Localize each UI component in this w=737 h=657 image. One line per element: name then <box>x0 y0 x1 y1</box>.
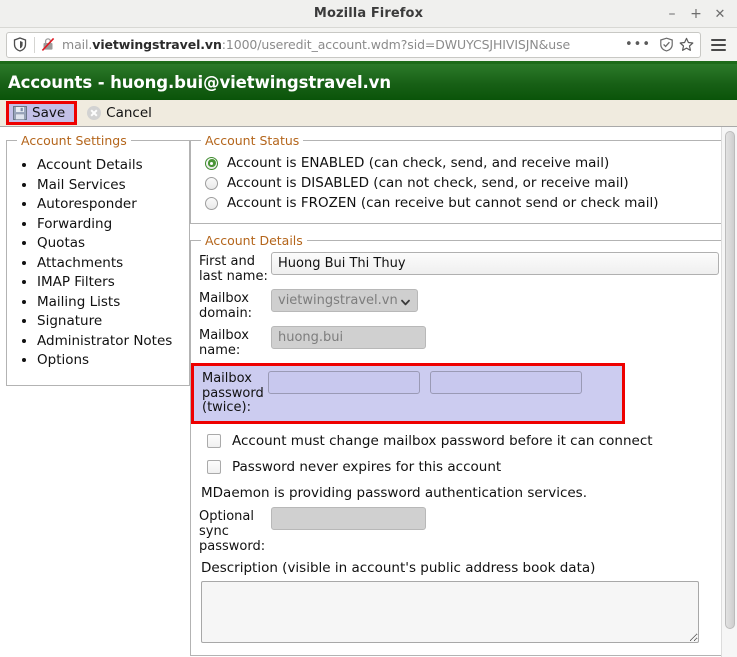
close-icon[interactable]: ✕ <box>709 3 731 25</box>
browser-navbar: mail.vietwingstravel.vn:1000/useredit_ac… <box>0 28 737 64</box>
first-last-name-label: First and last name: <box>199 254 268 284</box>
account-status-legend: Account Status <box>205 133 300 148</box>
optional-sync-password-row: Optional sync password: <box>199 506 720 554</box>
radio-frozen-icon[interactable] <box>205 196 218 210</box>
cancel-button[interactable]: Cancel <box>83 102 159 124</box>
browser-titlebar: Mozilla Firefox – + ✕ <box>0 0 737 28</box>
main-panel: Account Status Account is ENABLED (can c… <box>190 127 737 657</box>
mailbox-name-input[interactable] <box>271 326 426 349</box>
radio-enabled-icon[interactable] <box>205 156 218 170</box>
optional-sync-password-input[interactable] <box>271 506 426 530</box>
sidebar-item-account-details[interactable]: Account Details <box>37 156 181 176</box>
first-last-name-row: First and last name: <box>199 252 720 284</box>
window-title: Mozilla Firefox <box>313 6 424 21</box>
first-last-name-input[interactable] <box>271 252 719 275</box>
radio-account-disabled[interactable]: Account is DISABLED (can not check, send… <box>205 175 720 191</box>
minimize-icon[interactable]: – <box>661 3 683 25</box>
save-label: Save <box>32 105 66 121</box>
account-status-fieldset: Account Status Account is ENABLED (can c… <box>190 133 729 224</box>
account-settings-fieldset: Account Settings Account Details Mail Se… <box>6 133 190 386</box>
bookmark-star-icon[interactable] <box>676 35 696 55</box>
page-toolbar: Save Cancel <box>0 100 737 127</box>
must-change-password-row[interactable]: Account must change mailbox password bef… <box>207 433 720 449</box>
mailbox-domain-row: Mailbox domain: vietwingstravel.vn <box>199 289 720 321</box>
account-details-legend: Account Details <box>205 233 303 248</box>
never-expires-label: Password never expires for this account <box>232 458 502 475</box>
mailbox-password-label: Mailbox password (twice): <box>202 371 264 415</box>
chevron-down-icon <box>401 296 410 306</box>
vertical-scrollbar[interactable] <box>721 127 737 657</box>
mailbox-password-highlight: Mailbox password (twice): <box>191 363 625 424</box>
never-expires-row[interactable]: Password never expires for this account <box>207 459 720 475</box>
sidebar-item-mailing-lists[interactable]: Mailing Lists <box>37 293 181 313</box>
url-bar[interactable]: mail.vietwingstravel.vn:1000/useredit_ac… <box>6 31 701 58</box>
url-text[interactable]: mail.vietwingstravel.vn:1000/useredit_ac… <box>58 37 620 52</box>
must-change-password-label: Account must change mailbox password bef… <box>232 432 653 449</box>
radio-disabled-icon[interactable] <box>205 176 218 190</box>
save-button[interactable]: Save <box>5 101 78 125</box>
page-content: Account Settings Account Details Mail Se… <box>0 127 737 657</box>
radio-account-enabled[interactable]: Account is ENABLED (can check, send, and… <box>205 155 720 171</box>
sidebar-item-imap-filters[interactable]: IMAP Filters <box>37 273 181 293</box>
insecure-lock-icon[interactable] <box>38 35 58 55</box>
optional-sync-password-label: Optional sync password: <box>199 508 266 554</box>
sidebar: Account Settings Account Details Mail Se… <box>0 127 190 657</box>
maximize-icon[interactable]: + <box>685 3 707 25</box>
sidebar-item-attachments[interactable]: Attachments <box>37 254 181 274</box>
sidebar-item-mail-services[interactable]: Mail Services <box>37 176 181 196</box>
mailbox-domain-select[interactable]: vietwingstravel.vn <box>271 289 418 312</box>
radio-account-frozen[interactable]: Account is FROZEN (can receive but canno… <box>205 195 720 211</box>
radio-enabled-label: Account is ENABLED (can check, send, and… <box>227 155 610 171</box>
mailbox-name-row: Mailbox name: <box>199 326 720 358</box>
mailbox-name-label: Mailbox name: <box>199 328 249 358</box>
mailbox-password-input-1[interactable] <box>268 371 420 394</box>
radio-frozen-label: Account is FROZEN (can receive but canno… <box>227 195 659 211</box>
never-expires-checkbox[interactable] <box>207 459 221 474</box>
description-textarea[interactable] <box>201 580 699 643</box>
sidebar-item-administrator-notes[interactable]: Administrator Notes <box>37 332 181 352</box>
description-label: Description (visible in account's public… <box>201 559 596 576</box>
mailbox-password-input-2[interactable] <box>430 371 582 394</box>
sidebar-item-options[interactable]: Options <box>37 351 181 371</box>
tracking-protection-shield-icon[interactable] <box>9 34 31 56</box>
account-details-fieldset: Account Details First and last name: Mai… <box>190 233 729 656</box>
scrollbar-thumb[interactable] <box>725 131 735 629</box>
page-title: Accounts - huong.bui@vietwingstravel.vn <box>0 64 737 100</box>
sidebar-item-quotas[interactable]: Quotas <box>37 234 181 254</box>
account-settings-legend: Account Settings <box>21 133 127 148</box>
mailbox-domain-label: Mailbox domain: <box>199 291 253 321</box>
cancel-label: Cancel <box>106 105 152 121</box>
account-settings-nav: Account Details Mail Services Autorespon… <box>15 156 181 371</box>
page-actions-icon[interactable]: ••• <box>620 37 656 52</box>
floppy-disk-icon <box>13 106 27 120</box>
cancel-circle-icon <box>87 106 102 120</box>
sidebar-item-forwarding[interactable]: Forwarding <box>37 215 181 235</box>
hamburger-menu-icon[interactable] <box>705 32 731 58</box>
urlbar-divider <box>34 36 35 53</box>
sidebar-item-autoresponder[interactable]: Autoresponder <box>37 195 181 215</box>
sidebar-item-signature[interactable]: Signature <box>37 312 181 332</box>
window-controls: – + ✕ <box>661 0 731 28</box>
mailbox-domain-value: vietwingstravel.vn <box>278 293 398 308</box>
pocket-shield-icon[interactable] <box>656 35 676 55</box>
auth-services-note: MDaemon is providing password authentica… <box>201 484 588 501</box>
radio-disabled-label: Account is DISABLED (can not check, send… <box>227 175 629 191</box>
must-change-password-checkbox[interactable] <box>207 433 221 448</box>
